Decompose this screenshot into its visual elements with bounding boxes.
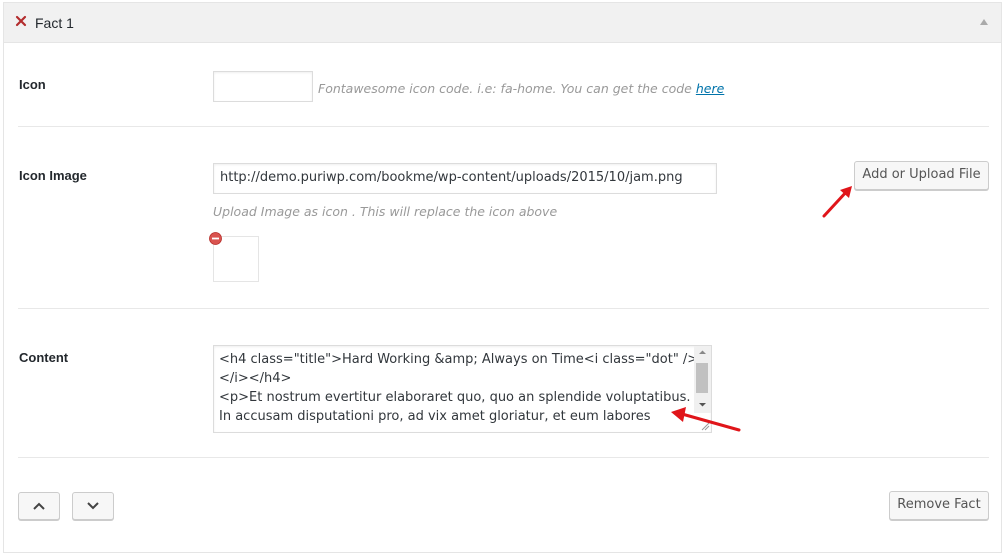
- content-label: Content: [19, 350, 69, 365]
- panel-header[interactable]: Fact 1: [4, 3, 1001, 43]
- textarea-scrollbar[interactable]: [694, 346, 711, 413]
- icon-image-label: Icon Image: [19, 168, 87, 183]
- remove-circle-icon[interactable]: [209, 232, 222, 245]
- chevron-up-icon: [33, 502, 45, 510]
- toggle-up-icon[interactable]: [979, 17, 989, 27]
- divider: [18, 126, 989, 127]
- here-link[interactable]: here: [696, 81, 724, 96]
- move-up-button[interactable]: [18, 492, 60, 520]
- icon-label: Icon: [19, 77, 46, 92]
- panel-title: Fact 1: [35, 15, 74, 31]
- annotation-arrow-icon: [822, 186, 852, 218]
- divider: [18, 308, 989, 309]
- move-down-button[interactable]: [72, 492, 114, 520]
- content-line: <h4 class="title">Hard Working &amp; Alw…: [219, 352, 699, 367]
- icon-description: Fontawesome icon code. i.e: fa-home. You…: [318, 81, 725, 96]
- content-line: <p>Et nostrum evertitur elaboraret quo, …: [219, 390, 691, 405]
- fact-panel: Fact 1 Icon Fontawesome icon code. i.e: …: [3, 2, 1002, 553]
- content-line: </i></h4>: [219, 371, 292, 386]
- content-textarea[interactable]: <h4 class="title">Hard Working &amp; Alw…: [213, 345, 712, 433]
- annotation-arrow-icon: [671, 407, 741, 432]
- scroll-up-icon[interactable]: [694, 346, 711, 359]
- icon-code-input[interactable]: [213, 71, 313, 102]
- scrollbar-thumb[interactable]: [696, 363, 708, 393]
- chevron-down-icon: [87, 502, 99, 510]
- remove-x-icon[interactable]: [14, 14, 28, 28]
- add-upload-file-button[interactable]: Add or Upload File: [854, 161, 989, 190]
- icon-image-url-input[interactable]: http://demo.puriwp.com/bookme/wp-content…: [213, 163, 717, 194]
- content-line: In accusam disputationi pro, ad vix amet…: [219, 409, 651, 424]
- icon-image-description: Upload Image as icon . This will replace…: [213, 204, 558, 219]
- divider: [18, 457, 989, 458]
- remove-fact-button[interactable]: Remove Fact: [889, 491, 989, 520]
